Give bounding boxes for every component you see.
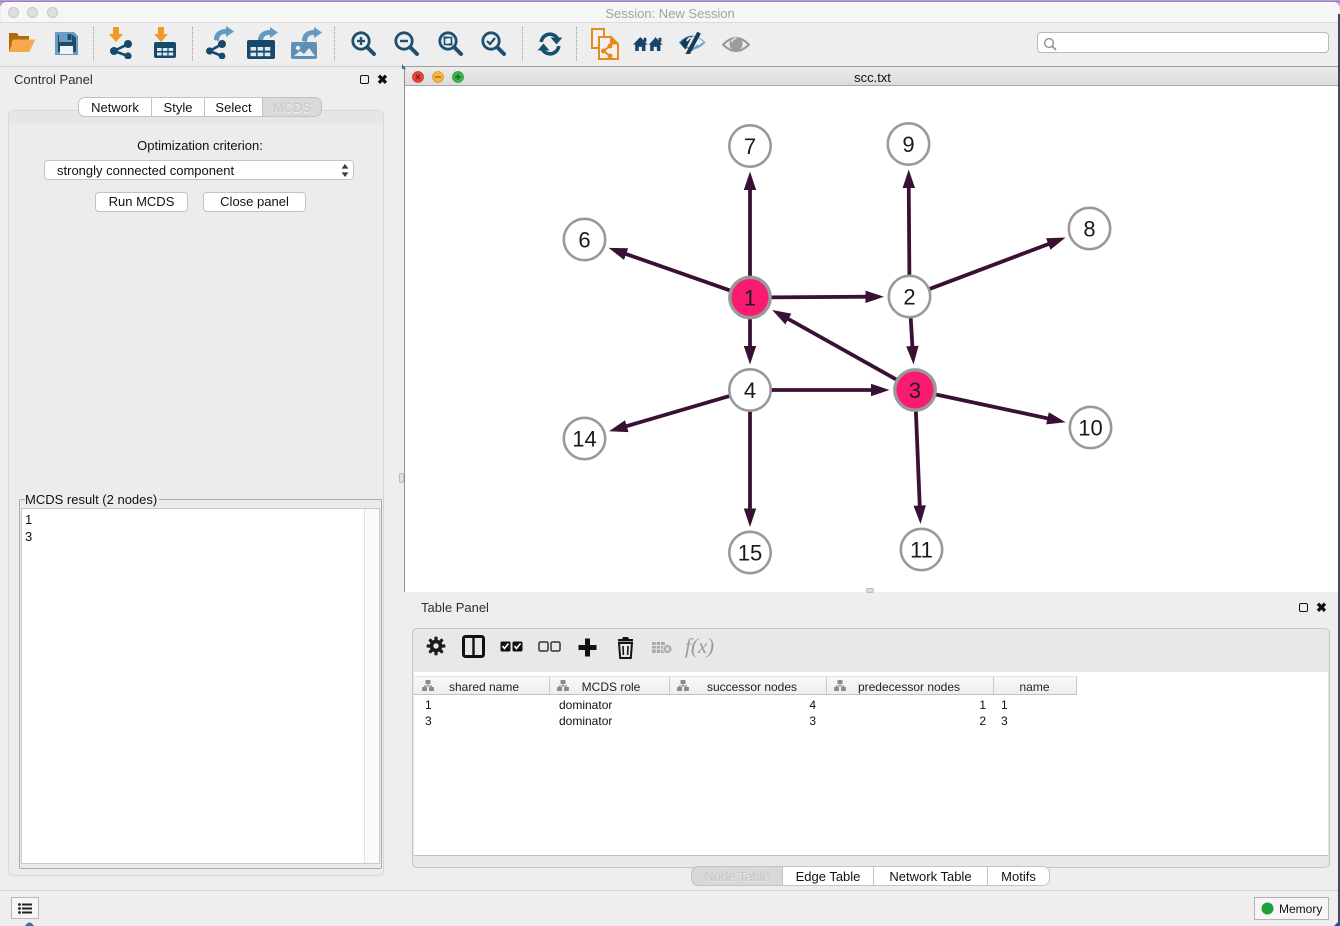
svg-text:10: 10 [1078,416,1102,441]
svg-text:6: 6 [578,228,590,253]
svg-text:4: 4 [744,378,756,403]
svg-text:9: 9 [902,132,914,157]
svg-text:11: 11 [910,538,933,563]
svg-text:7: 7 [744,134,756,159]
svg-text:15: 15 [738,541,762,566]
svg-text:8: 8 [1083,217,1095,242]
svg-text:1: 1 [744,286,756,311]
svg-text:14: 14 [572,427,596,452]
svg-text:2: 2 [903,285,915,310]
svg-text:3: 3 [909,378,921,403]
